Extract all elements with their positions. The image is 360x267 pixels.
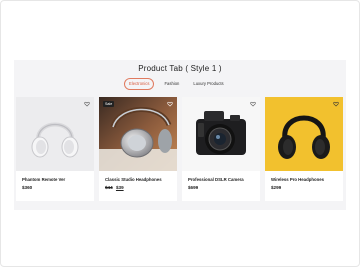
category-tabs: Electronics Fashion Luxury Products [124, 78, 228, 90]
product-image-white-headphones[interactable] [16, 97, 94, 171]
product-grid: Phantom Remote Ver $360 Sale Classic Stu… [16, 97, 346, 201]
tab-electronics[interactable]: Electronics [124, 78, 155, 90]
product-image-black-headphones[interactable] [265, 97, 343, 171]
product-name[interactable]: Professional DSLR Camera [188, 177, 244, 182]
heart-icon[interactable] [167, 101, 173, 107]
silver-headphones-illustration [99, 97, 177, 171]
sale-badge: Sale [103, 101, 115, 107]
tab-luxury-products[interactable]: Luxury Products [189, 79, 227, 89]
heart-icon[interactable] [84, 101, 90, 107]
product-image-silver-headphones[interactable]: Sale [99, 97, 177, 171]
product-price: $699 [188, 185, 198, 190]
white-headphones-illustration [16, 97, 94, 171]
product-name[interactable]: Phantom Remote Ver [22, 177, 65, 182]
price-current: $299 [271, 185, 282, 190]
product-price: $299 [271, 185, 281, 190]
product-price: $360 [22, 185, 32, 190]
product-image-dslr-camera[interactable] [182, 97, 260, 171]
price-old: $44 [105, 185, 113, 190]
price-current: $699 [188, 185, 199, 190]
section-title: Product Tab ( Style 1 ) [138, 64, 222, 73]
product-card[interactable]: Professional DSLR Camera $699 [182, 97, 260, 201]
product-card[interactable]: Phantom Remote Ver $360 [16, 97, 94, 201]
tab-fashion[interactable]: Fashion [160, 79, 183, 89]
product-card[interactable]: Sale Classic Studio Headphones $44 $39 [99, 97, 177, 201]
price-current: $39 [115, 185, 124, 190]
heart-icon[interactable] [333, 101, 339, 107]
product-price: $44 $39 [105, 185, 124, 190]
price-current: $360 [22, 185, 33, 190]
heart-icon[interactable] [250, 101, 256, 107]
product-card[interactable]: Wireless Pro Headphones $299 [265, 97, 343, 201]
dslr-camera-illustration [182, 97, 260, 171]
product-name[interactable]: Wireless Pro Headphones [271, 177, 324, 182]
black-headphones-illustration [265, 97, 343, 171]
product-name[interactable]: Classic Studio Headphones [105, 177, 162, 182]
